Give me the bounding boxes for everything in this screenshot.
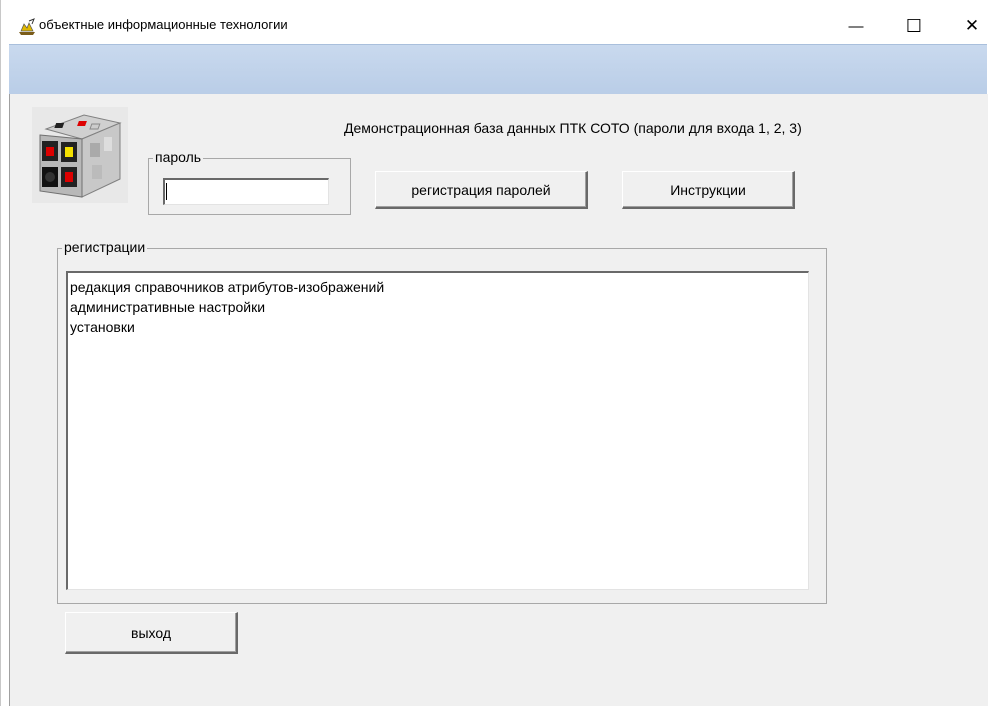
exit-button[interactable]: выход bbox=[65, 612, 238, 654]
window-title: объектные информационные технологии bbox=[39, 17, 288, 32]
register-passwords-button[interactable]: регистрация паролей bbox=[375, 171, 588, 209]
registrations-group: регистрации редакция справочников атрибу… bbox=[57, 239, 827, 604]
cube-logo bbox=[32, 107, 128, 203]
instructions-button[interactable]: Инструкции bbox=[622, 171, 795, 209]
app-window: объектные информационные технологии — ☐ … bbox=[0, 0, 994, 706]
list-item[interactable]: установки bbox=[70, 317, 806, 337]
list-item[interactable]: редакция справочников атрибутов-изображе… bbox=[70, 277, 806, 297]
app-icon bbox=[19, 18, 35, 35]
title-bar[interactable]: объектные информационные технологии — ☐ … bbox=[1, 0, 994, 44]
header-text: Демонстрационная база данных ПТК СОТО (п… bbox=[344, 120, 802, 136]
minimize-button[interactable]: — bbox=[833, 8, 879, 44]
text-caret bbox=[166, 183, 167, 200]
close-icon: ✕ bbox=[964, 16, 980, 35]
toolbar-strip bbox=[9, 44, 987, 95]
registrations-listbox[interactable]: редакция справочников атрибутов-изображе… bbox=[66, 271, 809, 590]
close-button[interactable]: ✕ bbox=[949, 8, 994, 44]
password-group: пароль bbox=[148, 149, 351, 215]
maximize-icon: ☐ bbox=[905, 15, 923, 36]
password-group-label: пароль bbox=[153, 149, 204, 165]
password-input[interactable] bbox=[163, 178, 329, 205]
list-item[interactable]: административные настройки bbox=[70, 297, 806, 317]
maximize-button[interactable]: ☐ bbox=[891, 8, 937, 44]
main-panel: Демонстрационная база данных ПТК СОТО (п… bbox=[9, 94, 988, 706]
registrations-group-label: регистрации bbox=[62, 239, 148, 255]
minimize-icon: — bbox=[848, 17, 864, 35]
